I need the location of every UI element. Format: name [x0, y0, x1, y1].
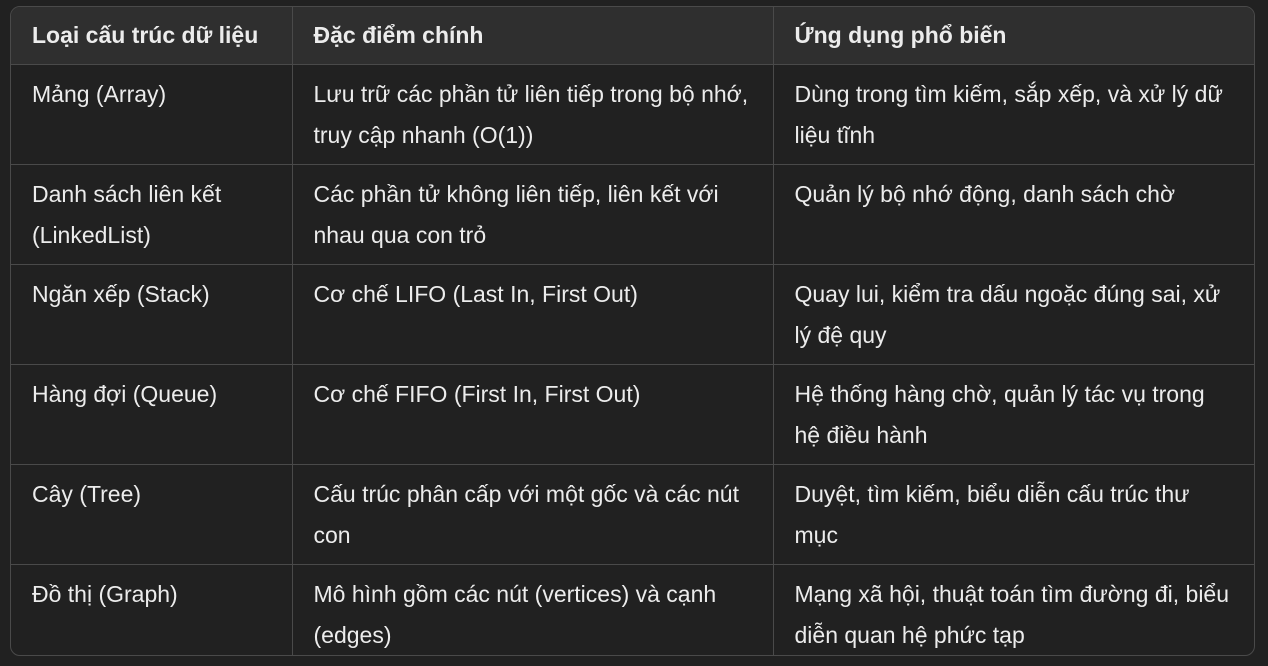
cell-usage: Hệ thống hàng chờ, quản lý tác vụ trong …	[773, 364, 1254, 465]
cell-type: Đồ thị (Graph)	[11, 564, 293, 655]
header-feature: Đặc điểm chính	[292, 7, 774, 65]
cell-type: Danh sách liên kết (LinkedList)	[11, 164, 293, 265]
cell-feature: Mô hình gồm các nút (vertices) và cạnh (…	[292, 564, 774, 655]
header-type: Loại cấu trúc dữ liệu	[11, 7, 293, 65]
cell-usage: Quản lý bộ nhớ động, danh sách chờ	[773, 164, 1254, 265]
header-usage: Ứng dụng phổ biến	[773, 7, 1254, 65]
table-row: Đồ thị (Graph) Mô hình gồm các nút (vert…	[11, 564, 1254, 655]
cell-feature: Các phần tử không liên tiếp, liên kết vớ…	[292, 164, 774, 265]
cell-feature: Cấu trúc phân cấp với một gốc và các nút…	[292, 464, 774, 565]
table-body: Mảng (Array) Lưu trữ các phần tử liên ti…	[11, 64, 1254, 655]
cell-type: Hàng đợi (Queue)	[11, 364, 293, 465]
cell-feature: Lưu trữ các phần tử liên tiếp trong bộ n…	[292, 64, 774, 165]
data-structures-table-container: Loại cấu trúc dữ liệu Đặc điểm chính Ứng…	[10, 6, 1255, 656]
table-row: Danh sách liên kết (LinkedList) Các phần…	[11, 164, 1254, 265]
header-row: Loại cấu trúc dữ liệu Đặc điểm chính Ứng…	[11, 7, 1254, 65]
cell-usage: Mạng xã hội, thuật toán tìm đường đi, bi…	[794, 580, 1230, 648]
cell-type: Ngăn xếp (Stack)	[11, 264, 293, 365]
table-header: Loại cấu trúc dữ liệu Đặc điểm chính Ứng…	[11, 7, 1254, 65]
cell-type: Mảng (Array)	[11, 64, 293, 165]
cell-usage: Quay lui, kiểm tra dấu ngoặc đúng sai, x…	[773, 264, 1254, 365]
cell-usage: Duyệt, tìm kiếm, biểu diễn cấu trúc thư …	[773, 464, 1254, 565]
data-structures-table: Loại cấu trúc dữ liệu Đặc điểm chính Ứng…	[11, 7, 1254, 655]
cell-type: Cây (Tree)	[11, 464, 293, 565]
table-row: Hàng đợi (Queue) Cơ chế FIFO (First In, …	[11, 364, 1254, 465]
table-row: Ngăn xếp (Stack) Cơ chế LIFO (Last In, F…	[11, 264, 1254, 365]
table-row: Mảng (Array) Lưu trữ các phần tử liên ti…	[11, 64, 1254, 165]
cell-feature: Cơ chế LIFO (Last In, First Out)	[292, 264, 774, 365]
cell-usage: Dùng trong tìm kiếm, sắp xếp, và xử lý d…	[773, 64, 1254, 165]
cell-feature: Cơ chế FIFO (First In, First Out)	[292, 364, 774, 465]
table-row: Cây (Tree) Cấu trúc phân cấp với một gốc…	[11, 464, 1254, 565]
